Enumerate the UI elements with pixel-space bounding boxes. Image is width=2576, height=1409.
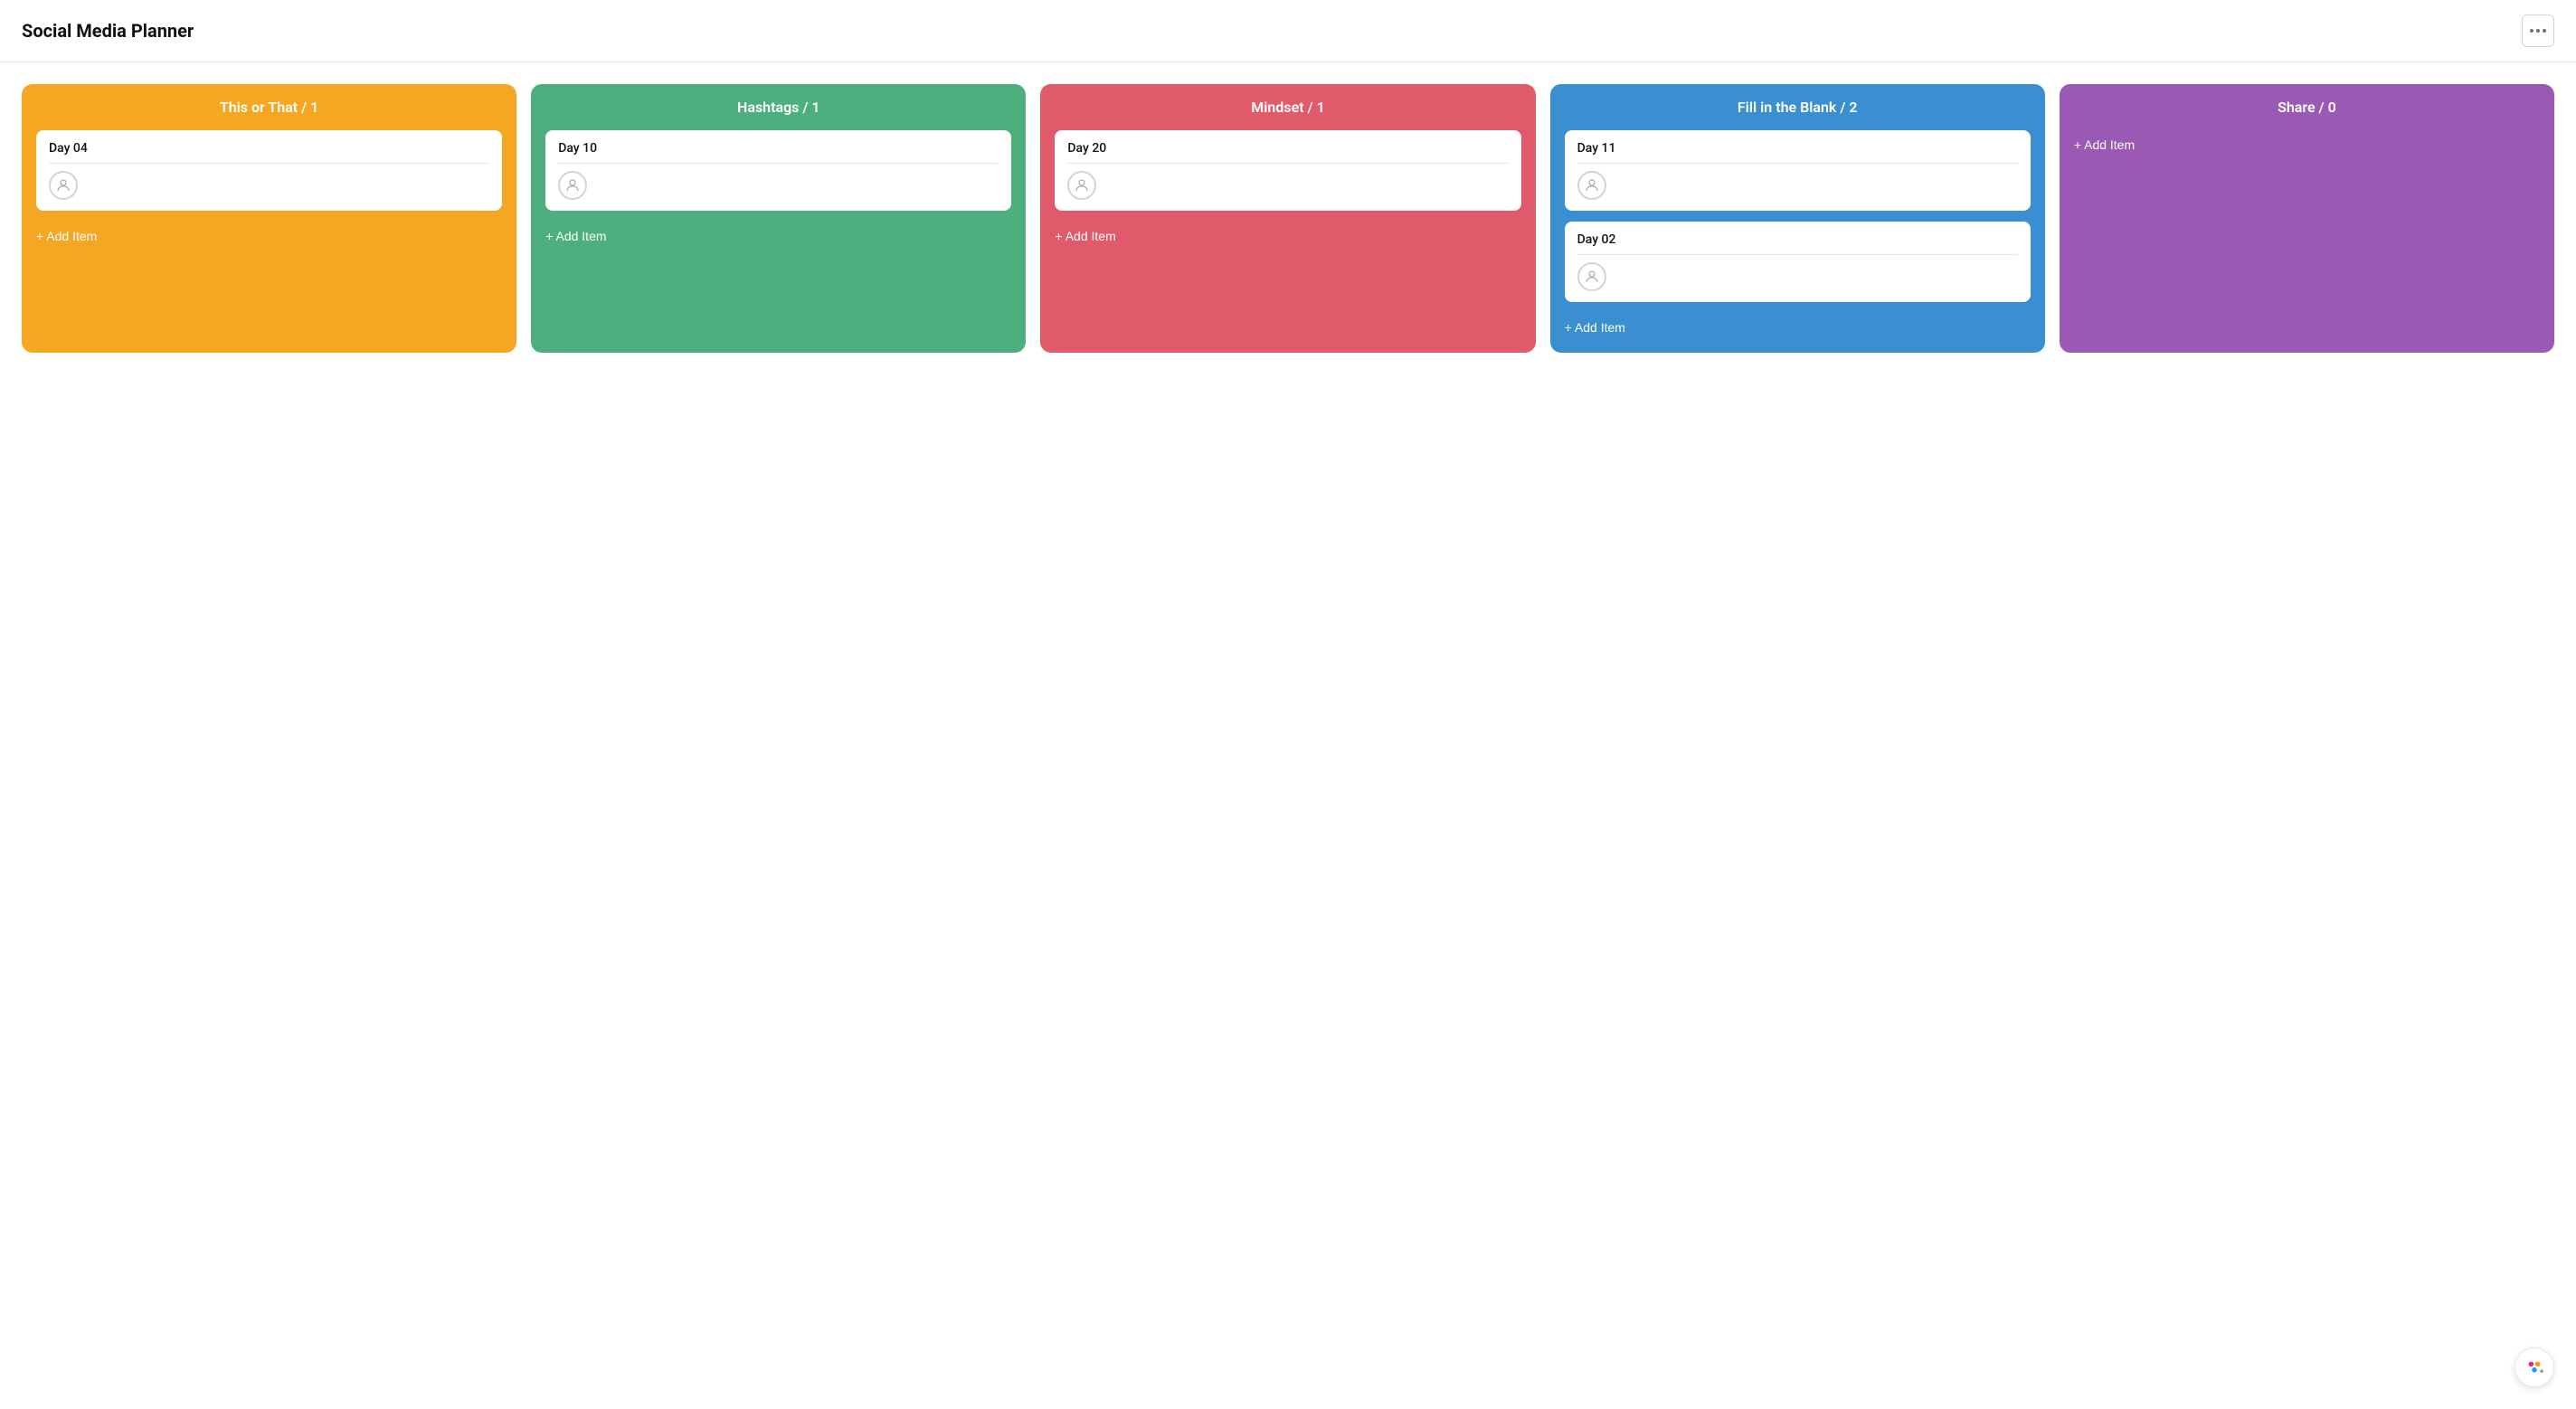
svg-text:+: +: [2540, 1367, 2544, 1376]
card-title-card-3: Day 20: [1067, 141, 1508, 164]
card-avatar-card-4: [1577, 171, 1606, 200]
column-header-share: Share / 0: [2074, 99, 2540, 116]
add-item-button-hashtags[interactable]: + Add Item: [545, 225, 1011, 247]
column-mindset: Mindset / 1 Day 20 + Add Item: [1040, 84, 1535, 353]
column-share: Share / 0 + Add Item: [2060, 84, 2554, 353]
add-item-button-mindset[interactable]: + Add Item: [1055, 225, 1520, 247]
card-title-card-4: Day 11: [1577, 141, 2018, 164]
card-avatar-card-3: [1067, 171, 1096, 200]
add-item-button-share[interactable]: + Add Item: [2074, 134, 2540, 156]
board: This or That / 1Day 04 + Add ItemHashtag…: [0, 62, 2576, 374]
card-avatar-card-2: [558, 171, 587, 200]
card-title-card-2: Day 10: [558, 141, 999, 164]
card-avatar-card-5: [1577, 262, 1606, 291]
more-options-button[interactable]: [2522, 14, 2554, 47]
column-hashtags: Hashtags / 1 Day 10 + Add Item: [531, 84, 1026, 353]
app-title: Social Media Planner: [22, 20, 194, 42]
card-card-1[interactable]: Day 04: [36, 130, 502, 211]
card-title-card-5: Day 02: [1577, 232, 2018, 255]
app-header: Social Media Planner: [0, 0, 2576, 62]
add-item-button-this-or-that[interactable]: + Add Item: [36, 225, 502, 247]
card-card-3[interactable]: Day 20: [1055, 130, 1520, 211]
dot-2: [2536, 29, 2540, 33]
fab-button[interactable]: +: [2514, 1348, 2554, 1387]
add-item-button-fill-in-the-blank[interactable]: + Add Item: [1565, 317, 2031, 338]
card-avatar-card-1: [49, 171, 78, 200]
card-card-4[interactable]: Day 11: [1565, 130, 2031, 211]
column-header-mindset: Mindset / 1: [1055, 99, 1520, 116]
fab-icon: +: [2524, 1357, 2544, 1377]
column-header-hashtags: Hashtags / 1: [545, 99, 1011, 116]
dot-1: [2530, 29, 2533, 33]
dot-3: [2543, 29, 2546, 33]
column-fill-in-the-blank: Fill in the Blank / 2 Day 11 Day 02 + Add…: [1550, 84, 2045, 353]
column-this-or-that: This or That / 1 Day 04 + Add Item: [22, 84, 516, 353]
card-card-5[interactable]: Day 02: [1565, 222, 2031, 302]
card-card-2[interactable]: Day 10: [545, 130, 1011, 211]
card-title-card-1: Day 04: [49, 141, 489, 164]
column-header-this-or-that: This or That / 1: [36, 99, 502, 116]
column-header-fill-in-the-blank: Fill in the Blank / 2: [1565, 99, 2031, 116]
